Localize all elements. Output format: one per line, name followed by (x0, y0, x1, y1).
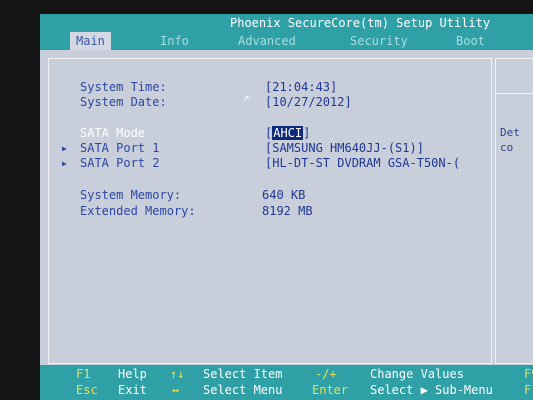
system-memory-value: 640 KB (262, 188, 306, 202)
f9-key: F9 (524, 367, 533, 381)
system-time-field[interactable]: [21:04:43] (265, 80, 337, 95)
sata-port1-label[interactable]: SATA Port 1 (80, 141, 159, 156)
tab-bar: Main Info Advanced Security Boot (40, 32, 533, 50)
change-values-desc: Change Values (370, 367, 464, 381)
extended-memory-value: 8192 MB (262, 204, 313, 218)
submenu-arrow-icon: ▶ (62, 144, 67, 153)
tab-boot[interactable]: Boot (456, 32, 485, 50)
select-submenu-desc: Select ▶ Sub-Menu (370, 383, 493, 397)
sata-mode-label: SATA Mode (80, 126, 146, 140)
select-menu-desc: Select Menu (203, 383, 283, 397)
system-memory-label: System Memory: (80, 188, 182, 202)
sata-mode-value: AHCI (272, 126, 304, 140)
sata-port2-value: [HL-DT-ST DVDRAM GSA-T50N-( (265, 156, 461, 170)
help-panel: Det co (495, 58, 533, 364)
system-date-label: System Date: (80, 95, 167, 109)
title-bar: Phoenix SecureCore(tm) Setup Utility (40, 14, 533, 32)
help-divider (496, 93, 533, 94)
f1-key: F1 (76, 367, 91, 381)
left-right-arrows-key: ↔ (172, 383, 180, 397)
sata-port1-value: [SAMSUNG HM640JJ-(S1)] (265, 141, 424, 155)
submenu-arrow-icon: ▶ (62, 159, 67, 168)
mouse-pointer-icon: ➚ (243, 94, 250, 105)
select-item-desc: Select Item (203, 367, 283, 381)
f1-help-desc: Help (118, 367, 147, 381)
tab-info[interactable]: Info (160, 32, 189, 50)
exit-desc: Exit (118, 383, 147, 397)
sata-port2-label[interactable]: SATA Port 2 (80, 156, 159, 171)
esc-key: Esc (76, 383, 98, 397)
system-time-label: System Time: (80, 80, 167, 94)
key-legend-bar: F1 Help ↑↓ Select Item -/+ Change Values… (40, 365, 533, 400)
bios-screen: Phoenix SecureCore(tm) Setup Utility Mai… (40, 14, 533, 400)
minus-plus-key: -/+ (315, 367, 337, 381)
f10-key: F10 (524, 383, 533, 397)
extended-memory-label: Extended Memory: (80, 204, 196, 218)
tab-security[interactable]: Security (350, 32, 408, 50)
system-date-field[interactable]: [10/27/2012] (265, 95, 352, 110)
enter-key: Enter (312, 383, 349, 397)
updown-arrows-key: ↑↓ (170, 367, 185, 381)
item-help-text: Det co (500, 126, 520, 154)
bios-title: Phoenix SecureCore(tm) Setup Utility (230, 16, 491, 30)
system-time-value: 21:04:43 (272, 80, 331, 94)
tab-advanced[interactable]: Advanced (238, 32, 296, 50)
sata-mode-field[interactable]: [AHCI] (265, 126, 310, 141)
system-date-value: 10/27/2012 (272, 95, 345, 109)
tab-main[interactable]: Main (70, 32, 111, 50)
